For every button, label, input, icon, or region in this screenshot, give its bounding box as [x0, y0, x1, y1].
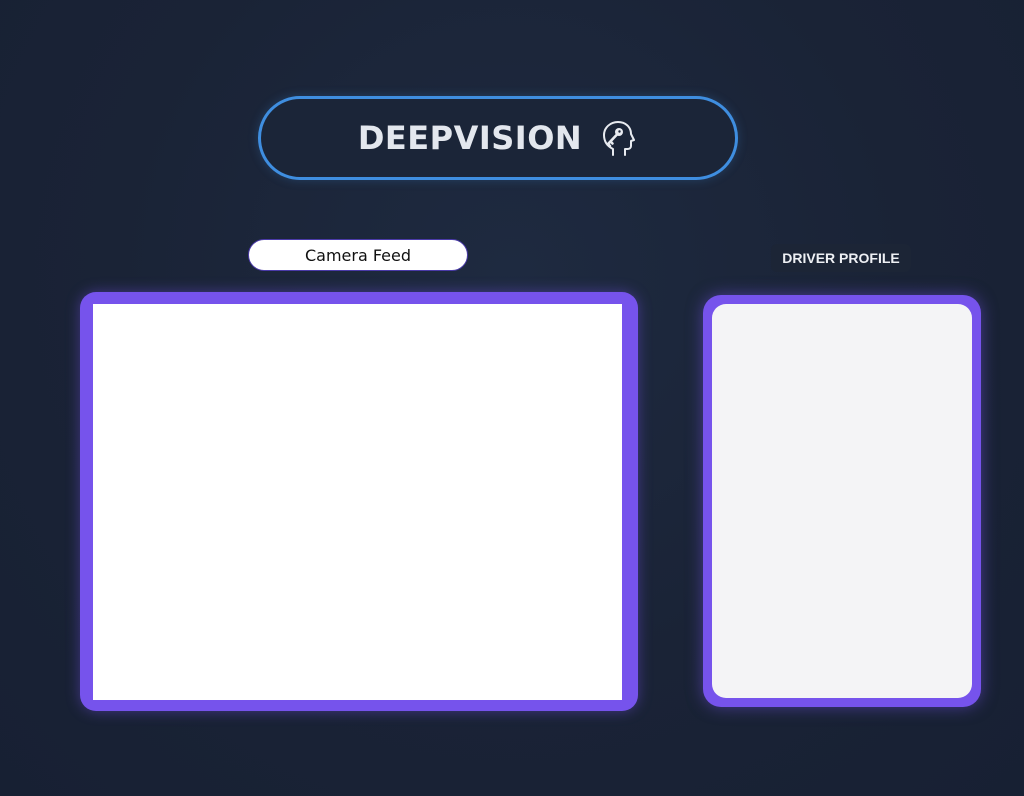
app-page: DEEPVISION Camera Feed DRIVER PROFILE — [0, 0, 1024, 796]
app-title: DEEPVISION — [357, 119, 583, 157]
driver-profile-frame — [703, 295, 981, 707]
driver-profile-view — [712, 304, 972, 698]
app-title-banner: DEEPVISION — [258, 96, 738, 180]
camera-feed-frame — [80, 292, 638, 711]
camera-feed-view — [93, 304, 622, 700]
head-key-icon — [598, 118, 638, 158]
camera-feed-label: Camera Feed — [248, 239, 468, 271]
driver-profile-label: DRIVER PROFILE — [771, 244, 911, 272]
